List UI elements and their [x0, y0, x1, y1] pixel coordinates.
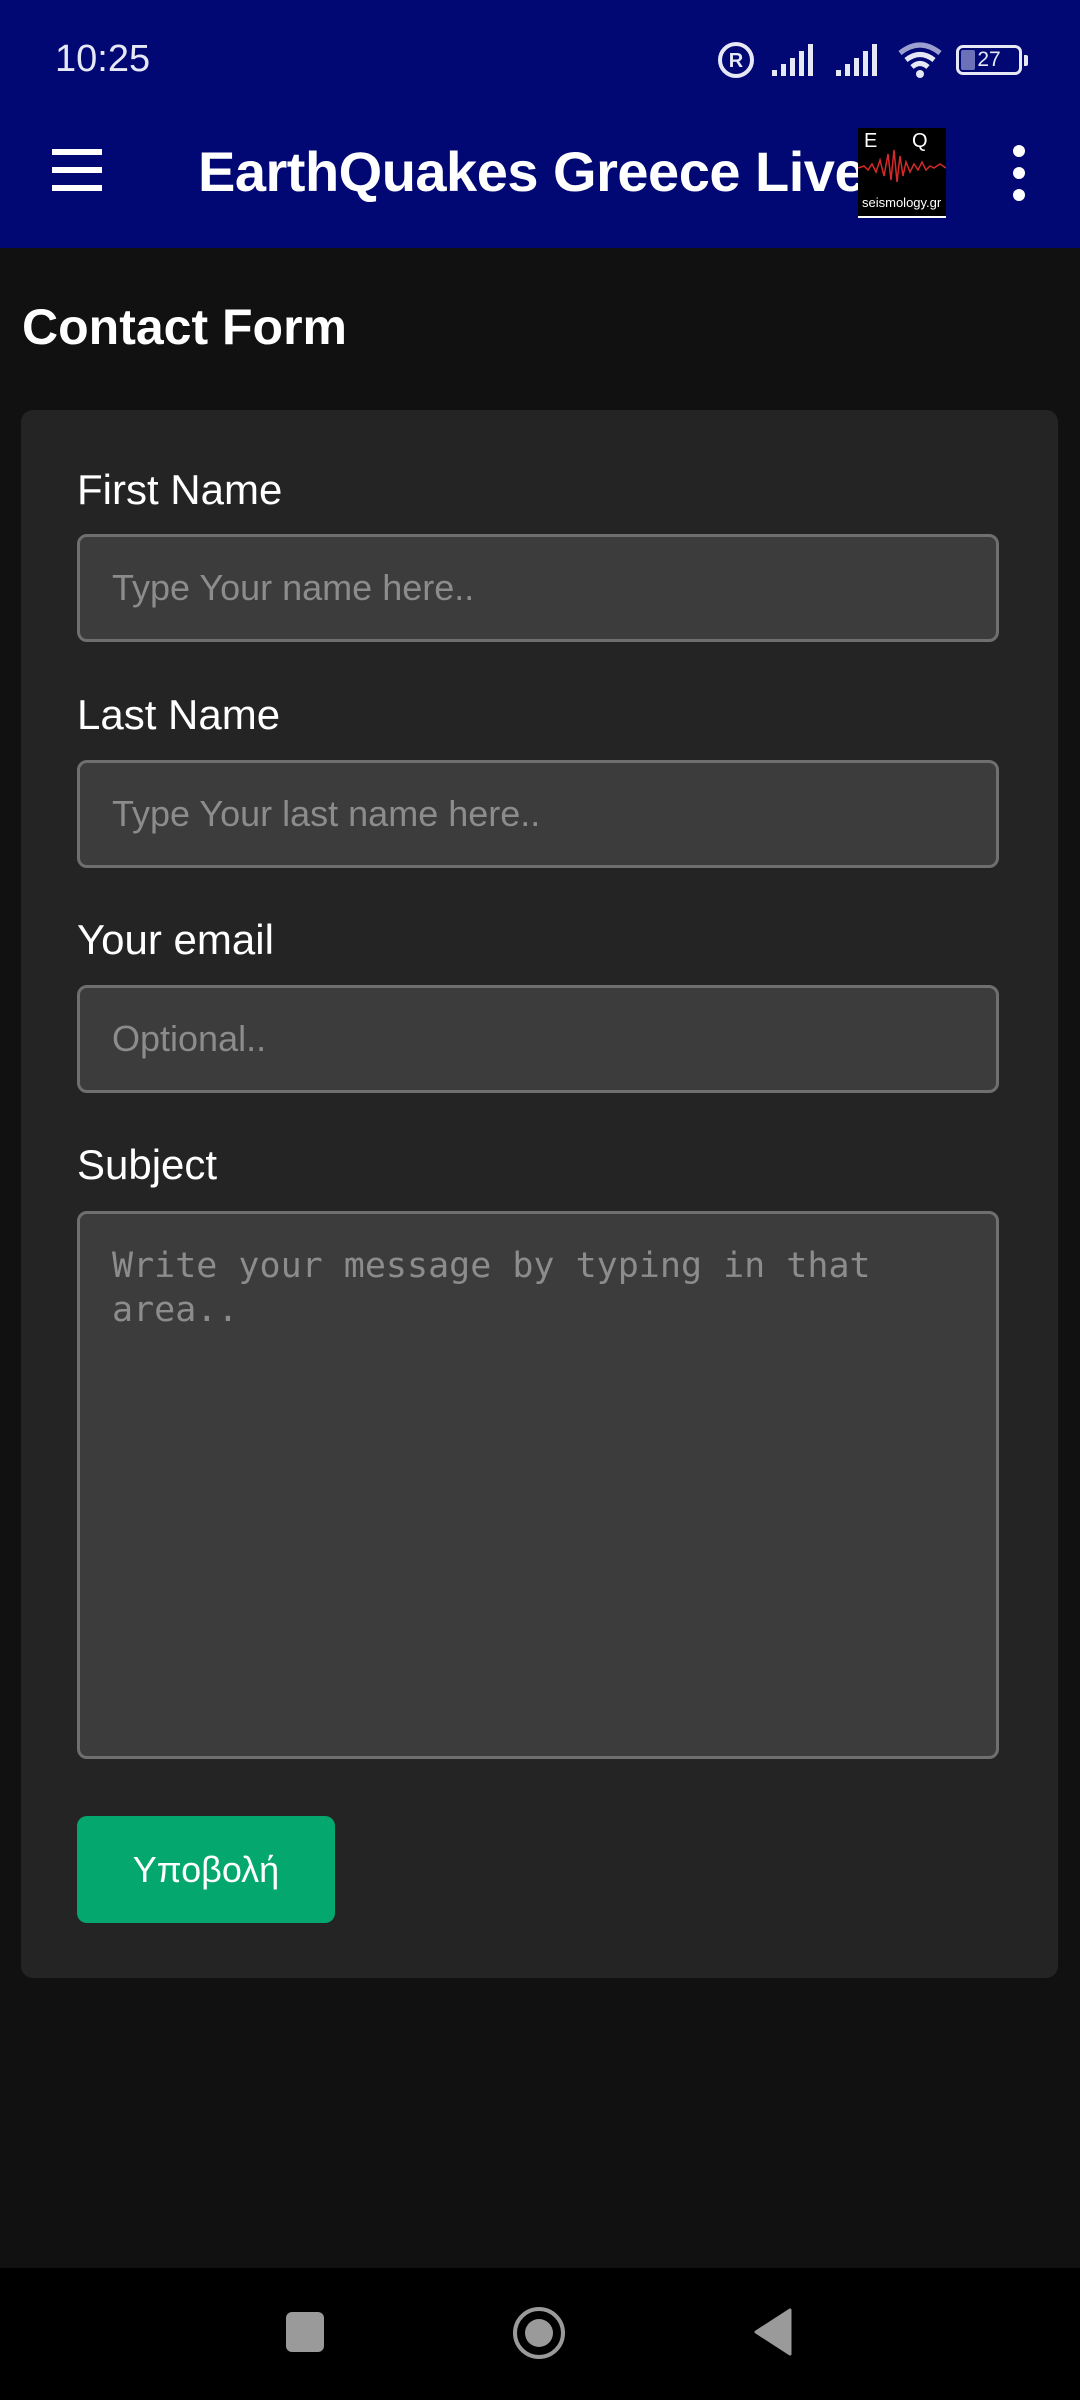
seismology-logo: E Q seismology.gr [858, 128, 946, 218]
back-button[interactable] [752, 2308, 792, 2356]
hamburger-menu-button[interactable] [48, 147, 108, 207]
status-time: 10:25 [55, 38, 151, 80]
seismograph-icon [858, 149, 946, 183]
first-name-label: First Name [77, 466, 283, 513]
contact-form-card: First Name Last Name Your email Subject … [21, 410, 1058, 1978]
app-bar: EarthQuakes Greece Live E Q seismology.g… [0, 123, 1080, 248]
submit-button[interactable]: Υποβολή [77, 1816, 335, 1923]
system-nav-bar [0, 2268, 1080, 2400]
registered-icon: R [718, 42, 754, 78]
logo-caption: seismology.gr [862, 195, 942, 210]
signal-icon [836, 44, 877, 76]
wifi-icon [898, 42, 942, 78]
battery-level: 27 [977, 48, 1001, 71]
last-name-input[interactable] [77, 760, 999, 868]
hamburger-icon-line [52, 167, 102, 173]
page-title: Contact Form [22, 299, 347, 355]
hamburger-icon [52, 149, 102, 155]
battery-icon: 27 [956, 45, 1028, 75]
more-vertical-icon [1013, 145, 1025, 157]
more-vertical-icon-dot [1013, 167, 1025, 179]
email-input[interactable] [77, 985, 999, 1093]
svg-text:R: R [729, 50, 744, 72]
hamburger-icon-line [52, 185, 102, 191]
email-label: Your email [77, 916, 274, 963]
back-icon [754, 2308, 792, 2356]
home-button[interactable] [512, 2306, 566, 2360]
subject-label: Subject [77, 1141, 218, 1188]
subject-textarea[interactable] [77, 1211, 999, 1759]
recents-icon [286, 2312, 324, 2352]
status-bar: 10:25 R 27 [0, 0, 1080, 123]
home-icon [513, 2307, 565, 2359]
app-title: EarthQuakes Greece Live [198, 140, 866, 203]
more-options-button[interactable] [1004, 143, 1034, 203]
first-name-input[interactable] [77, 534, 999, 642]
more-vertical-icon-dot [1013, 189, 1025, 201]
recents-button[interactable] [286, 2312, 324, 2352]
last-name-label: Last Name [77, 691, 281, 738]
signal-icon [772, 44, 813, 76]
status-icons: R 27 [716, 40, 1028, 80]
